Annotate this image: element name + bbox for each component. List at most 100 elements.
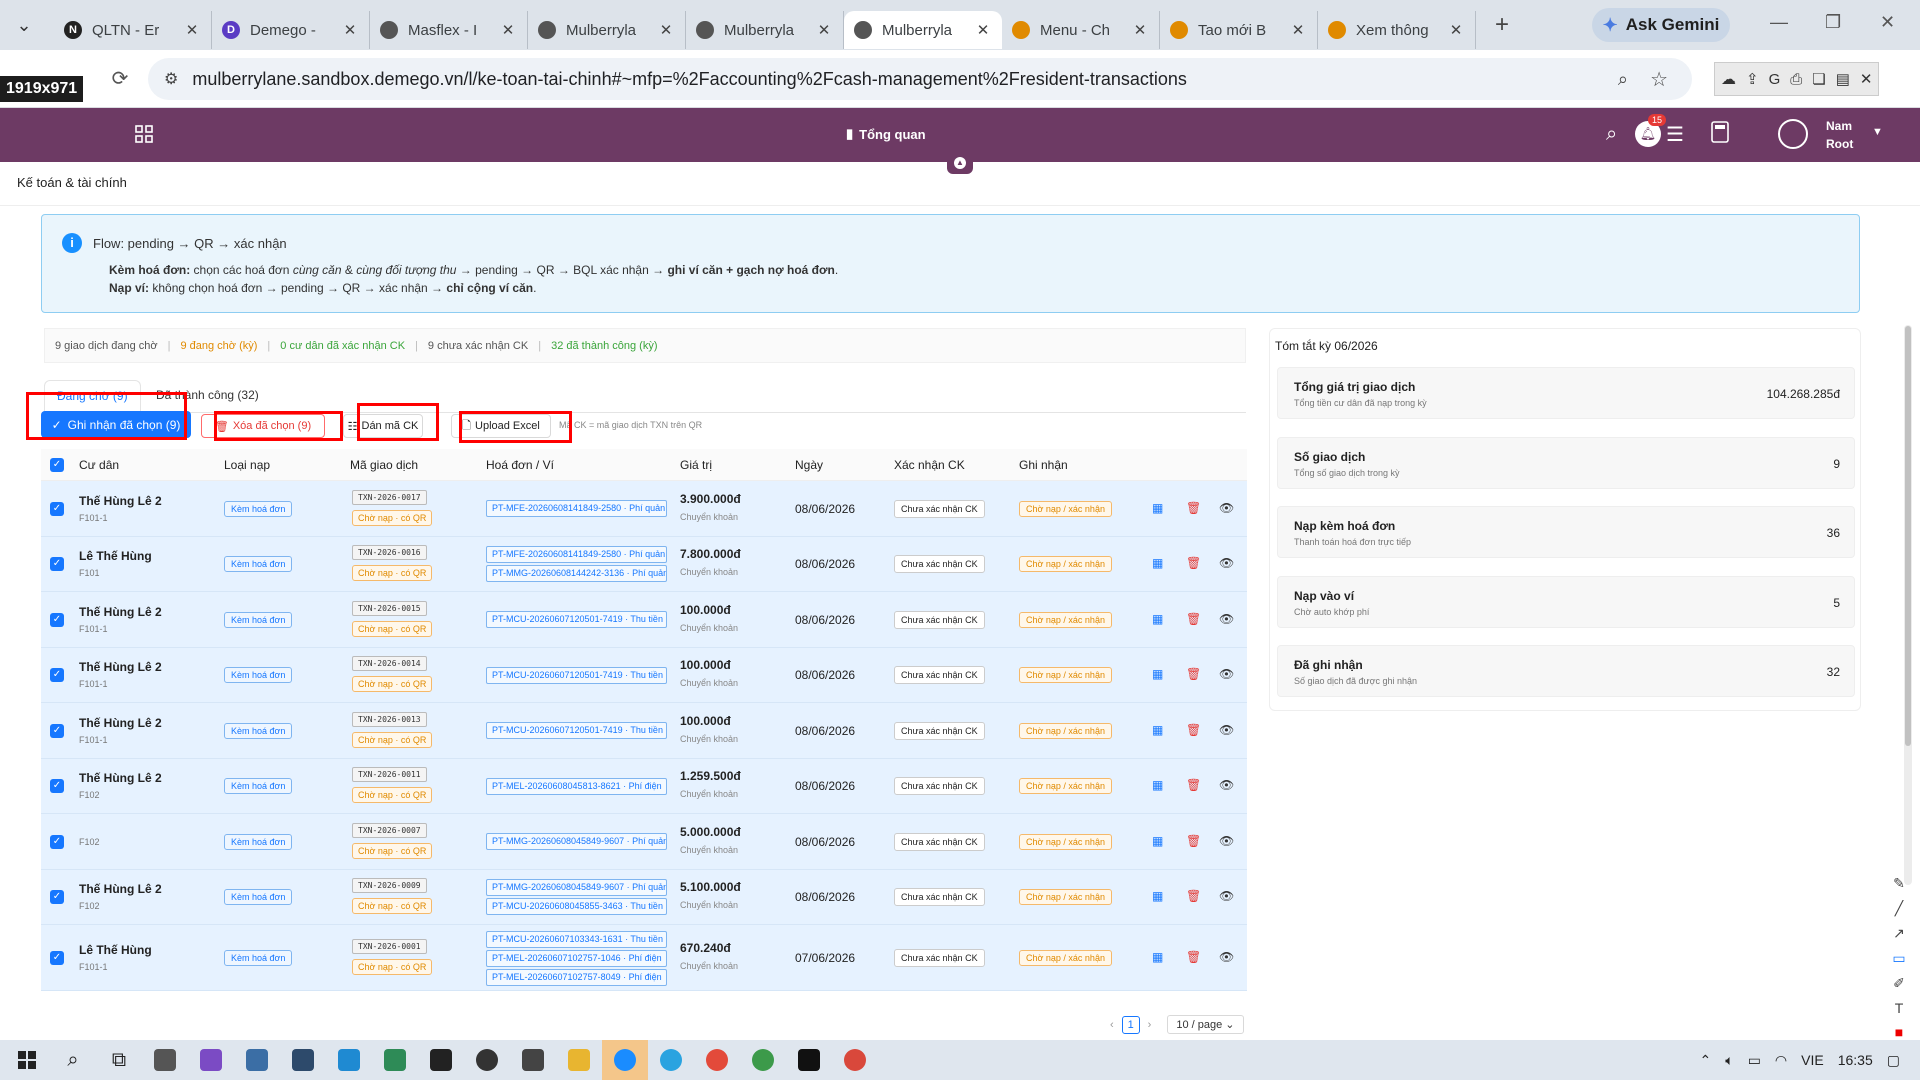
delete-icon[interactable]: 🗑︎ [1186, 950, 1201, 964]
browser-tab[interactable]: N QLTN - Er ✕ [54, 11, 212, 49]
eye-icon[interactable]: 👁︎ [1219, 778, 1234, 792]
eye-icon[interactable]: 👁︎ [1219, 501, 1234, 515]
confirm-select[interactable]: Chưa xác nhận CK [894, 777, 985, 796]
txn-code[interactable]: TXN-2026-0007 [352, 822, 427, 838]
invoice-link[interactable]: PT-MCU-20260607120501-7419 · Thu tiền [486, 666, 667, 684]
confirm-select[interactable]: Chưa xác nhận CK [894, 499, 985, 518]
eye-icon[interactable]: 👁︎ [1219, 556, 1234, 570]
save-icon[interactable]: ▤ [1836, 70, 1850, 88]
invoice-link[interactable]: PT-MMG-20260608045849-9607 · Phí quản lý [486, 833, 667, 851]
search-icon[interactable]: ⌕ [50, 1040, 96, 1080]
qr-code-icon[interactable]: ▦ [1152, 667, 1163, 681]
telegram-icon[interactable] [648, 1040, 694, 1080]
resident-name[interactable]: Thế Hùng Lê 2 [79, 771, 162, 785]
windows-start-icon[interactable] [4, 1040, 50, 1080]
resident-name[interactable]: Thế Hùng Lê 2 [79, 660, 162, 674]
resident-name[interactable]: Thế Hùng Lê 2 [79, 605, 162, 619]
new-tab-button[interactable]: + [1484, 11, 1520, 39]
txn-code[interactable]: TXN-2026-0014 [352, 656, 427, 672]
close-tab-icon[interactable]: ✕ [815, 21, 833, 39]
invoice-link[interactable]: PT-MEL-20260607102757-1046 · Phí điện [486, 949, 667, 967]
color-swatch-icon[interactable]: ■ [1895, 1024, 1903, 1040]
delete-icon[interactable]: 🗑︎ [1186, 778, 1201, 792]
pencil-icon[interactable]: ✎ [1893, 875, 1905, 892]
task-list-icon[interactable]: ☰ [1666, 122, 1684, 147]
terminal-app-icon[interactable] [372, 1040, 418, 1080]
zalo-icon[interactable] [602, 1040, 648, 1080]
chrome-alt-icon[interactable] [832, 1040, 878, 1080]
confirm-select[interactable]: Chưa xác nhận CK [894, 721, 985, 740]
table-row[interactable]: ✓ Thế Hùng Lê 2 F101-1 Kèm hoá đơn TXN-2… [41, 592, 1247, 648]
qr-code-icon[interactable]: ▦ [1152, 950, 1163, 964]
rectangle-icon[interactable]: ▭ [1892, 950, 1905, 967]
txn-code[interactable]: TXN-2026-0001 [352, 939, 427, 954]
close-tab-icon[interactable]: ✕ [1289, 21, 1307, 39]
datagrip-icon[interactable] [418, 1040, 464, 1080]
marker-icon[interactable]: ✐ [1893, 975, 1905, 992]
row-checkbox[interactable]: ✓ [50, 890, 64, 905]
db-app-icon[interactable] [280, 1040, 326, 1080]
confirm-select[interactable]: Chưa xác nhận CK [894, 888, 985, 907]
table-row[interactable]: ✓ Thế Hùng Lê 2 F102 Kèm hoá đơn TXN-202… [41, 869, 1247, 925]
bookmark-star-icon[interactable]: ☆ [1650, 67, 1668, 92]
resident-name[interactable]: Thế Hùng Lê 2 [79, 716, 162, 730]
eye-icon[interactable]: 👁︎ [1219, 723, 1234, 737]
table-row[interactable]: ✓ F102 Kèm hoá đơn TXN-2026-0007 Chờ nạp… [41, 814, 1247, 870]
browser-tab[interactable]: D Demego - ✕ [212, 11, 370, 49]
confirm-select[interactable]: Chưa xác nhận CK [894, 555, 985, 574]
vscode-icon[interactable] [326, 1040, 372, 1080]
invoice-link[interactable]: PT-MCU-20260608045855-3463 · Thu tiền [486, 898, 667, 916]
page-number[interactable]: 1 [1121, 1015, 1140, 1034]
confirm-select[interactable]: Chưa xác nhận CK [894, 832, 985, 851]
file-explorer-icon[interactable] [556, 1040, 602, 1080]
row-checkbox[interactable]: ✓ [50, 612, 64, 627]
collapse-header-button[interactable]: ▲ [947, 152, 973, 174]
close-tab-icon[interactable]: ✕ [657, 21, 675, 39]
avatar[interactable] [1778, 119, 1808, 149]
delete-icon[interactable]: 🗑︎ [1186, 612, 1201, 626]
notification-center-icon[interactable]: ▢ [1887, 1052, 1900, 1069]
browser-tab[interactable]: Mulberryla ✕ [844, 11, 1002, 49]
cloud-icon[interactable]: ☁ [1721, 70, 1736, 88]
maximize-button[interactable]: ❐ [1825, 12, 1841, 33]
eye-icon[interactable]: 👁︎ [1219, 667, 1234, 681]
next-page-icon[interactable]: › [1148, 1019, 1152, 1031]
eye-icon[interactable]: 👁︎ [1219, 834, 1234, 848]
chrome-icon[interactable] [694, 1040, 740, 1080]
scrollbar-thumb[interactable] [1905, 326, 1911, 746]
paste-code-button[interactable]: ☷ Dán mã CK [343, 414, 423, 438]
delete-icon[interactable]: 🗑︎ [1186, 556, 1201, 570]
invoice-link[interactable]: PT-MMG-20260608045849-9607 · Phí quản lý [486, 879, 667, 897]
col-resident[interactable]: Cư dân [79, 458, 119, 472]
battery-icon[interactable]: ▭ [1748, 1052, 1761, 1069]
close-tab-icon[interactable]: ✕ [1131, 21, 1149, 39]
print-icon[interactable]: ⎙ [1790, 71, 1802, 88]
qr-code-icon[interactable]: ▦ [1152, 723, 1163, 737]
select-all-checkbox[interactable]: ✓ [50, 458, 64, 472]
invoice-link[interactable]: PT-MMG-20260608144242-3136 · Phí quản lý [486, 565, 667, 583]
ask-gemini-button[interactable]: ✦ Ask Gemini [1592, 8, 1730, 42]
confirm-select[interactable]: Chưa xác nhận CK [894, 610, 985, 629]
close-tab-icon[interactable]: ✕ [183, 21, 201, 39]
txn-code[interactable]: TXN-2026-0015 [352, 600, 427, 616]
txn-code[interactable]: TXN-2026-0009 [352, 878, 427, 894]
col-date[interactable]: Ngày [795, 458, 823, 472]
app-grid-icon[interactable] [134, 124, 154, 144]
row-checkbox[interactable]: ✓ [50, 668, 64, 683]
qr-code-icon[interactable]: ▦ [1152, 834, 1163, 848]
eye-icon[interactable]: 👁︎ [1219, 889, 1234, 903]
pycharm-icon[interactable] [786, 1040, 832, 1080]
eye-icon[interactable]: 👁︎ [1219, 950, 1234, 964]
txn-code[interactable]: TXN-2026-0013 [352, 711, 427, 727]
tab-search-button[interactable]: ⌄ [6, 7, 42, 43]
qr-code-icon[interactable]: ▦ [1152, 889, 1163, 903]
site-info-icon[interactable]: ⚙ [164, 69, 178, 89]
browser-tab[interactable]: Xem thông ✕ [1318, 11, 1476, 49]
tab-pending[interactable]: Đang chờ (9) [44, 380, 141, 413]
chrome-profile-icon[interactable] [740, 1040, 786, 1080]
table-row[interactable]: ✓ Lê Thế Hùng F101-1 Kèm hoá đơn TXN-202… [41, 925, 1247, 991]
delete-icon[interactable]: 🗑︎ [1186, 501, 1201, 515]
row-checkbox[interactable]: ✓ [50, 723, 64, 738]
delete-icon[interactable]: 🗑︎ [1186, 889, 1201, 903]
line-icon[interactable]: ╱ [1895, 900, 1903, 917]
